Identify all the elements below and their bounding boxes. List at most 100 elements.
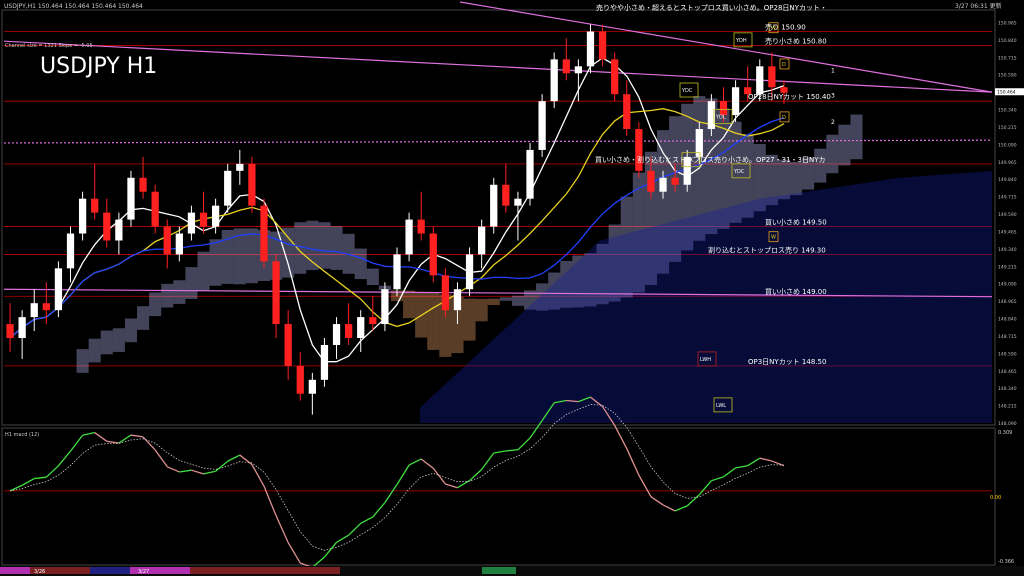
svg-text:D: D (782, 115, 786, 121)
cloud-segment (245, 228, 258, 284)
price-tick-label: 150.340 (998, 108, 1017, 114)
level-label: 売り小さめ 150.80 (765, 36, 827, 45)
level-label: OP28日NYカット 150.40 (748, 93, 831, 101)
candle (54, 261, 63, 318)
level-label: 買い小さめ 149.50 (765, 218, 827, 227)
cloud-segment (124, 318, 138, 343)
candle (260, 198, 268, 269)
price-tick-label: 148.090 (998, 421, 1017, 427)
candle (550, 52, 558, 109)
svg-text:YDL: YDL (715, 114, 726, 120)
price-tick-label: 150.840 (998, 38, 1017, 44)
cloud-segment (185, 267, 198, 300)
trading-chart[interactable]: YDCYDHYDLYDCYDCLWHLWLDDWW123 売り 150.90売り… (0, 0, 1024, 576)
price-tick-label: 148.965 (998, 299, 1017, 305)
candle (465, 247, 474, 297)
wave-label: 3 (831, 93, 835, 100)
price-tick-label: 148.340 (998, 386, 1017, 392)
candle (405, 212, 413, 262)
price-tick-label: 149.590 (998, 212, 1017, 218)
candle (393, 247, 401, 297)
indicator-label: H1 macd (12) (5, 432, 39, 438)
candle (526, 142, 534, 206)
cloud-segment (149, 292, 162, 317)
price-tick-label: 149.090 (998, 282, 1017, 288)
cloud-segment (161, 283, 174, 308)
price-tick-label: 148.715 (998, 334, 1017, 340)
macd-bottom-label: -0.366 (998, 559, 1014, 565)
candle (320, 338, 329, 387)
price-tick-label: 150.715 (998, 55, 1017, 61)
svg-text:D: D (782, 62, 786, 68)
candle (78, 191, 87, 241)
top-annotation: 売りやや小さめ・超えるとストップロス買い小さめ。OP28日NYカット・ (596, 3, 827, 12)
candle (490, 177, 498, 234)
price-tick-label: 148.465 (998, 369, 1017, 375)
cloud-segment (76, 349, 89, 373)
price-tick-label: 150.090 (998, 142, 1017, 148)
cloud-segment (777, 159, 790, 200)
cloud-segment (511, 295, 524, 306)
price-tick-label: 149.965 (998, 160, 1017, 166)
cloud-segment (197, 251, 210, 292)
timestamp: 3/27 06:31 更新 (955, 2, 1002, 10)
current-price-label: 150.464 (997, 90, 1016, 96)
cloud-segment (850, 114, 863, 160)
price-tick-label: 149.215 (998, 264, 1017, 270)
svg-text:W: W (771, 235, 776, 241)
candle (441, 268, 449, 318)
wave-label: 2 (831, 119, 835, 126)
svg-text:LWH: LWH (700, 357, 711, 363)
price-tick-label: 149.840 (998, 177, 1017, 183)
cloud-segment (814, 148, 827, 183)
symbol-info: USDJPY,H1 150.464 150.464 150.464 150.46… (4, 3, 143, 10)
svg-text:LWL: LWL (716, 403, 726, 409)
cloud-segment (100, 330, 113, 355)
cloud-segment (318, 222, 331, 269)
channel-info: Channel size = 1321 Slope = -5.05 (5, 43, 93, 49)
candle (151, 184, 159, 234)
svg-text:YDC: YDC (681, 88, 693, 94)
price-tick-label: 150.215 (998, 125, 1017, 131)
price-tick-label: 148.215 (998, 404, 1017, 410)
price-tick-label: 150.965 (998, 20, 1017, 26)
level-label: 買い小さめ・割り込むとストップロス売り小さめ。OP27・31・3日NYカ (595, 155, 826, 164)
price-tick-label: 148.840 (998, 317, 1017, 323)
macd-zero-label: 0.00 (990, 495, 1001, 501)
price-tick-label: 149.715 (998, 195, 1017, 201)
time-label-2: 3/27 (138, 569, 149, 575)
candle (429, 226, 437, 283)
cloud-segment (354, 248, 367, 280)
svg-text:YDC: YDC (733, 169, 745, 175)
level-label: 割り込むとストップロス売り 149.30 (708, 245, 826, 254)
time-label-1: 3/26 (34, 569, 45, 575)
cloud-segment (366, 268, 379, 286)
macd-top-label: 0.309 (998, 430, 1012, 436)
candle (611, 52, 619, 102)
cloud-segment (112, 328, 125, 352)
svg-text:YDH: YDH (735, 38, 747, 44)
time-scrollbar[interactable] (0, 566, 1024, 576)
wave-label: 1 (831, 68, 835, 75)
cloud-segment (499, 297, 512, 301)
cloud-segment (403, 290, 416, 319)
cloud-segment (838, 124, 851, 166)
price-tick-label: 149.340 (998, 247, 1017, 253)
price-tick-label: 148.590 (998, 351, 1017, 357)
cloud-segment (463, 298, 476, 341)
cloud-segment (475, 298, 488, 322)
price-tick-label: 149.465 (998, 229, 1017, 235)
cloud-segment (330, 226, 343, 270)
cloud-segment (209, 239, 222, 286)
candle (635, 122, 643, 178)
candle (248, 156, 256, 213)
level-label: 買い小さめ 149.00 (765, 287, 827, 296)
cloud-segment (487, 298, 500, 306)
candle (127, 170, 135, 227)
cloud-segment (427, 292, 440, 350)
candle (224, 163, 232, 213)
cloud-segment (173, 280, 186, 304)
level-label: 売り 150.90 (765, 23, 806, 32)
level-label: OP3日NYカット 148.50 (748, 358, 826, 366)
price-tick-label: 150.590 (998, 73, 1017, 79)
